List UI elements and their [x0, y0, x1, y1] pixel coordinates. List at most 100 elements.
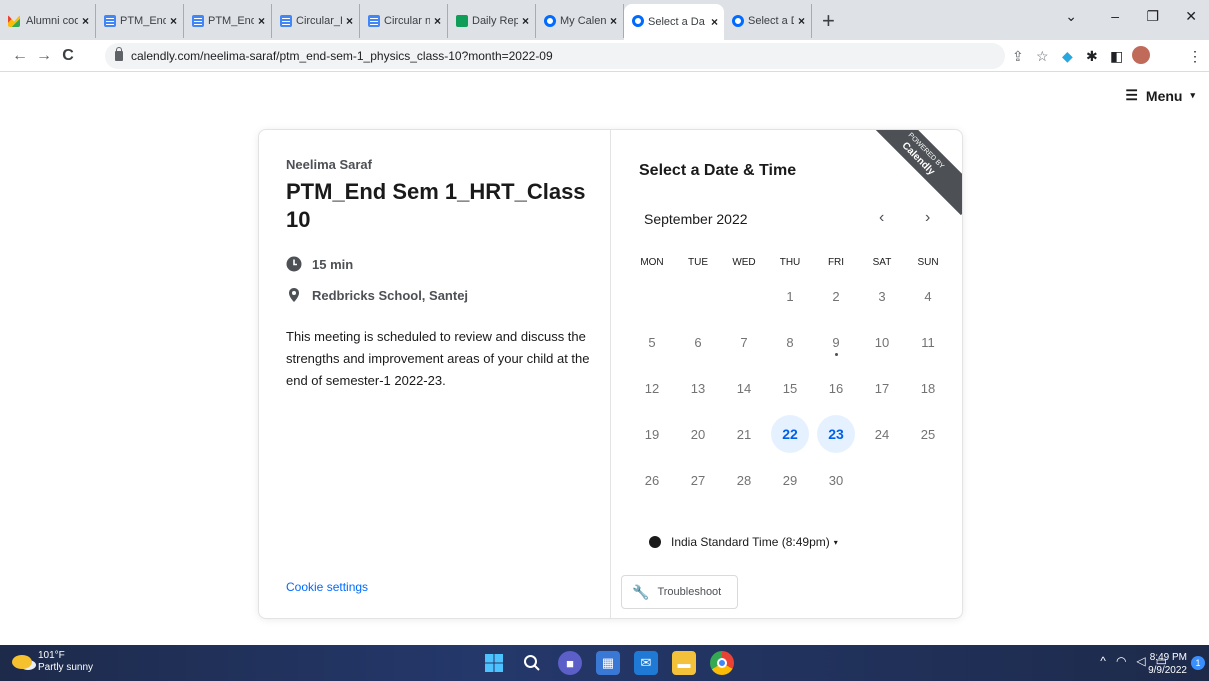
calendar-day: 24: [859, 411, 905, 457]
browser-tab[interactable]: My Calend ×: [536, 4, 624, 38]
mail-icon[interactable]: ✉: [634, 651, 658, 675]
browser-tab[interactable]: PTM_End ×: [96, 4, 184, 38]
calendar-day-number: 20: [690, 426, 706, 442]
tab-close-icon[interactable]: ×: [258, 14, 265, 28]
back-icon[interactable]: ←: [8, 47, 32, 65]
calendar-day-number: 11: [921, 334, 935, 350]
calendar-day-number: 24: [874, 426, 890, 442]
docs-icon: [368, 15, 380, 27]
calendar-day: 17: [859, 365, 905, 411]
browser-tab[interactable]: Circular_Re ×: [272, 4, 360, 38]
calendar-day-number: 27: [690, 472, 706, 488]
timezone-selector[interactable]: India Standard Time (8:49pm) ▾: [649, 535, 838, 549]
location-text: Redbricks School, Santej: [312, 287, 469, 303]
page-content: ☰ Menu ▾ Neelima Saraf PTM_End Sem 1_HRT…: [0, 73, 1209, 645]
tab-close-icon[interactable]: ×: [346, 14, 353, 28]
minimize-icon[interactable]: –: [1111, 8, 1119, 24]
next-month-icon[interactable]: ›: [925, 209, 930, 227]
browser-tab[interactable]: Select a Da ×: [724, 4, 812, 38]
volume-icon[interactable]: ◁: [1136, 654, 1145, 668]
address-bar[interactable]: calendly.com/neelima-saraf/ptm_end-sem-1…: [105, 43, 1005, 69]
forward-icon[interactable]: →: [32, 47, 56, 65]
troubleshoot-button[interactable]: 🔧 Troubleshoot: [621, 575, 738, 609]
weather-widget[interactable]: 101°F Partly sunny: [12, 650, 93, 674]
new-tab-icon[interactable]: +: [822, 8, 835, 34]
calendar-day: 10: [859, 319, 905, 365]
weather-text: Partly sunny: [38, 662, 94, 673]
chrome-icon[interactable]: [710, 651, 734, 675]
chevron-up-icon[interactable]: ^: [1100, 654, 1106, 668]
tab-close-icon[interactable]: ×: [522, 14, 529, 28]
wifi-icon[interactable]: ◠: [1116, 654, 1126, 668]
teams-chat-icon[interactable]: ■: [558, 651, 582, 675]
tab-close-icon[interactable]: ×: [798, 14, 805, 28]
tab-label: PTM_End: [120, 15, 166, 27]
search-icon[interactable]: [520, 651, 544, 675]
cookie-settings-link[interactable]: Cookie settings: [286, 580, 368, 594]
reload-icon[interactable]: C: [56, 47, 80, 65]
weekday-label: SUN: [917, 257, 939, 268]
close-window-icon[interactable]: ✕: [1185, 8, 1197, 25]
browser-tab[interactable]: Select a Da ×: [624, 4, 724, 40]
tab-label: Daily Repo: [472, 15, 518, 27]
more-menu-icon[interactable]: ⋮: [1188, 48, 1202, 65]
calendar-empty-cell: [721, 273, 767, 319]
weekday-label: SAT: [872, 257, 892, 268]
browser-tab[interactable]: Daily Repo ×: [448, 4, 536, 38]
calendar-day[interactable]: 22: [767, 411, 813, 457]
calendar-day: 18: [905, 365, 951, 411]
calendly-icon: [632, 15, 644, 27]
profile-avatar[interactable]: [1132, 46, 1150, 64]
calendar-day: 5: [629, 319, 675, 365]
tab-close-icon[interactable]: ×: [610, 14, 617, 28]
tab-label: Alumni coo: [26, 15, 78, 27]
weekday-header: MON TUE WED THU FRI SAT SUN: [629, 257, 951, 268]
calendar-day: 2: [813, 273, 859, 319]
side-panel-icon[interactable]: ◧: [1110, 48, 1123, 65]
calendar-day: 16: [813, 365, 859, 411]
tab-close-icon[interactable]: ×: [170, 14, 177, 28]
share-icon[interactable]: ⇪: [1012, 48, 1024, 65]
file-explorer-icon[interactable]: ▬: [672, 651, 696, 675]
month-label: September 2022: [644, 211, 748, 227]
extension-icon[interactable]: ◆: [1062, 48, 1073, 65]
location-row: Redbricks School, Santej: [286, 287, 468, 303]
tab-close-icon[interactable]: ×: [434, 14, 441, 28]
browser-tab[interactable]: PTM_End ×: [184, 4, 272, 38]
calendar-day: 25: [905, 411, 951, 457]
duration-text: 15 min: [312, 256, 354, 272]
bookmark-star-icon[interactable]: ☆: [1036, 48, 1049, 65]
duration-row: 15 min: [286, 256, 353, 272]
windows-start-icon[interactable]: [482, 651, 506, 675]
host-name: Neelima Saraf: [286, 157, 372, 172]
event-description: This meeting is scheduled to review and …: [286, 329, 590, 388]
weekday-label: FRI: [827, 257, 845, 268]
calendar-day: 12: [629, 365, 675, 411]
calendar-day-number: 22: [771, 415, 809, 453]
calendar-empty-cell: [675, 273, 721, 319]
tab-search-icon[interactable]: ⌄: [1065, 8, 1077, 25]
calendar-day: 20: [675, 411, 721, 457]
sheets-icon: [456, 15, 468, 27]
extensions-puzzle-icon[interactable]: ✱: [1086, 48, 1098, 65]
calendar-day-number: 15: [782, 380, 798, 396]
calendar-day[interactable]: 23: [813, 411, 859, 457]
browser-toolbar: ← → C calendly.com/neelima-saraf/ptm_end…: [0, 40, 1209, 72]
browser-tab[interactable]: Alumni coo ×: [0, 4, 96, 38]
tab-close-icon[interactable]: ×: [711, 15, 718, 29]
menu-label: Menu: [1145, 87, 1183, 104]
gmail-icon: [8, 15, 20, 27]
notification-badge[interactable]: 1: [1191, 656, 1205, 670]
chevron-down-icon: ▾: [833, 537, 838, 547]
powered-by-calendly-ribbon[interactable]: POWERED BY Calendly: [861, 130, 962, 216]
menu-button[interactable]: ☰ Menu ▾: [1125, 87, 1195, 104]
location-pin-icon: [286, 287, 302, 303]
clock[interactable]: 8:49 PM 9/9/2022: [1148, 651, 1187, 677]
calendar-day: 15: [767, 365, 813, 411]
previous-month-icon[interactable]: ‹: [879, 209, 884, 227]
calendar-day-number: 18: [920, 380, 936, 396]
microsoft-store-icon[interactable]: ▦: [596, 651, 620, 675]
tab-close-icon[interactable]: ×: [82, 14, 89, 28]
browser-tab[interactable]: Circular no ×: [360, 4, 448, 38]
restore-icon[interactable]: ❐: [1146, 8, 1159, 25]
